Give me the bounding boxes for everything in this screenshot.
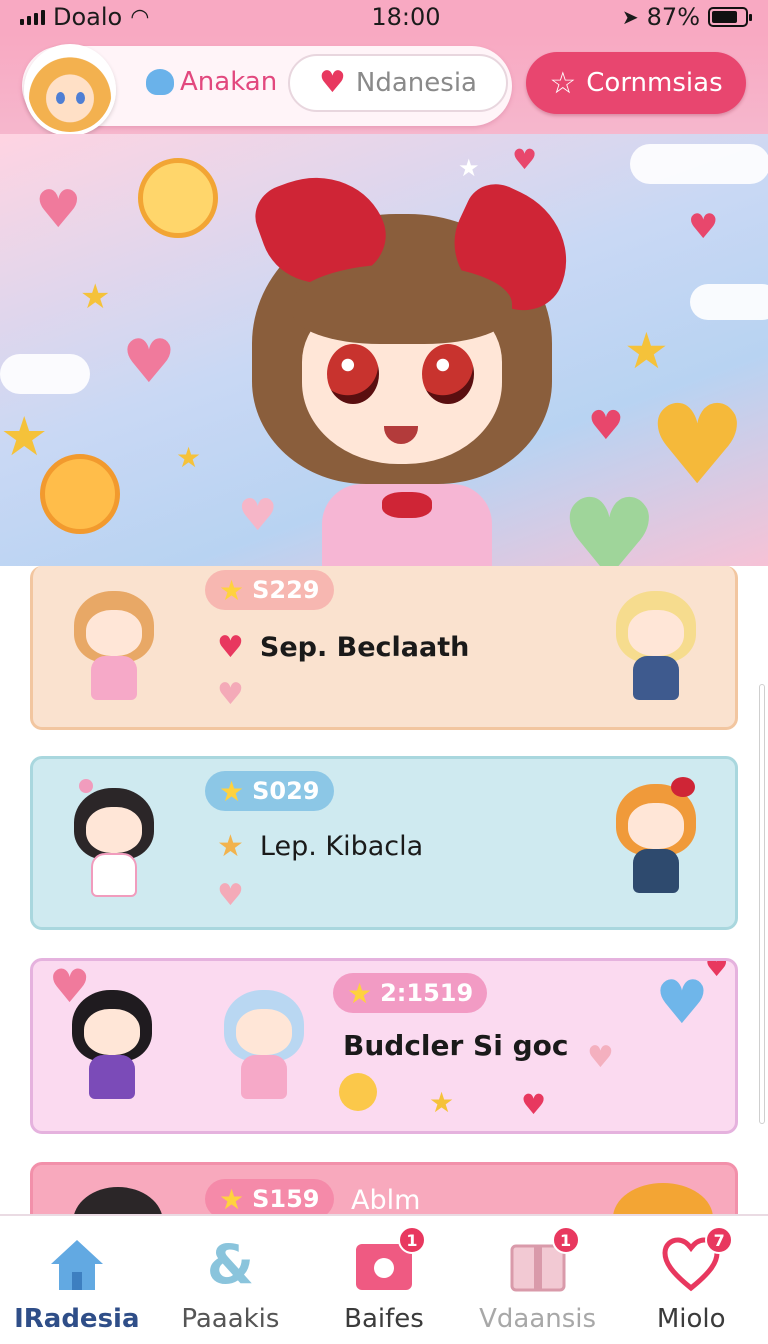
bottom-navigation: IRadesia & Paaakis 1 Baifes 1 Vdaansis 7…: [0, 1214, 768, 1344]
nav-label: Miolo: [656, 1304, 726, 1334]
heart-icon: ♥: [217, 630, 244, 665]
notification-badge: 7: [705, 1226, 734, 1254]
star-icon: ★: [429, 1086, 455, 1119]
heart-icon: ♥: [521, 1088, 547, 1121]
heart-icon: ♥: [705, 958, 729, 983]
scrollbar[interactable]: [759, 684, 765, 1124]
score-value: 2:1519: [380, 979, 474, 1007]
cookie-icon: ★: [217, 829, 244, 864]
like-icon[interactable]: ♥: [217, 881, 244, 911]
gift-icon: 1: [508, 1226, 580, 1294]
list-card[interactable]: ★ S029 ★ Lep. Kibacla ♥: [30, 756, 738, 930]
nav-item-home[interactable]: IRadesia: [0, 1216, 154, 1344]
wifi-icon: ◠: [130, 4, 150, 30]
nav-label: Baifes: [344, 1304, 424, 1334]
star-icon: ☆: [549, 65, 577, 101]
heart-icon: ♥: [512, 143, 538, 176]
star-icon: ★: [0, 405, 49, 468]
character-avatar: [69, 586, 159, 706]
battery-percent: 87%: [646, 3, 700, 31]
tab-label: Cornmsias: [586, 68, 723, 98]
tab-label: Ndanesia: [355, 68, 477, 98]
card-title: ♥ Sep. Beclaath: [217, 630, 469, 665]
nav-label: Paaakis: [181, 1304, 280, 1334]
signal-icon: [20, 9, 45, 25]
star-icon: ★: [176, 441, 202, 474]
avatar[interactable]: [24, 44, 116, 136]
status-bar: Doalo ◠ 18:00 ➤ 87%: [0, 0, 768, 34]
lemon-icon: [138, 158, 218, 238]
character-avatar: [219, 985, 309, 1105]
cloud-decoration: [630, 144, 768, 184]
character-avatar: [67, 985, 157, 1105]
tab-cornmsias[interactable]: ☆ Cornmsias: [526, 52, 746, 114]
star-icon: ★: [219, 774, 245, 808]
character-avatar: [611, 586, 701, 706]
nav-item-miolo[interactable]: 7 Miolo: [614, 1216, 768, 1344]
folder-icon: 1: [354, 1226, 426, 1294]
character-avatar: [611, 777, 701, 899]
card-title: Budcler Si goc: [343, 1029, 568, 1062]
tab-ndanesia[interactable]: ♥ Ndanesia: [288, 54, 508, 112]
location-icon: ➤: [621, 5, 639, 29]
nav-item-baifes[interactable]: 1 Baifes: [307, 1216, 461, 1344]
star-icon: ★: [219, 1182, 245, 1216]
score-badge: ★ S229: [205, 570, 334, 610]
card-title-text: Sep. Beclaath: [259, 632, 470, 663]
heart-icon: ♥: [560, 475, 659, 566]
heart-icon: ♥: [588, 403, 624, 449]
cookie-icon: [339, 1073, 377, 1111]
card-title: Ablm: [351, 1185, 420, 1216]
notification-badge: 1: [397, 1226, 426, 1254]
ampersand-icon: &: [206, 1232, 254, 1296]
heart-icon: ♥: [319, 65, 346, 100]
cloud-decoration: [690, 284, 768, 320]
heart-icon: ♥: [122, 327, 176, 397]
nav-label: Vdaansis: [479, 1304, 597, 1334]
battery-icon: [708, 7, 752, 27]
carrier-name: Doalo: [53, 3, 123, 31]
star-icon: ★: [219, 573, 245, 607]
notification-badge: 1: [551, 1226, 580, 1254]
score-value: S229: [252, 576, 320, 604]
character-avatar: [69, 779, 159, 903]
score-badge: ★ S029: [205, 771, 334, 811]
score-badge: ★ S159: [205, 1179, 334, 1219]
clock: 18:00: [371, 3, 441, 31]
card-title: ★ Lep. Kibacla: [217, 829, 423, 864]
card-title-text: Lep. Kibacla: [259, 831, 424, 862]
card-title-text: Budcler Si goc: [343, 1029, 569, 1062]
character-illustration: [232, 156, 590, 566]
heart-icon: ♥: [648, 381, 747, 509]
star-icon: ★: [624, 322, 669, 380]
tab-label: Anakan: [180, 67, 278, 97]
cloud-decoration: [0, 354, 90, 394]
home-icon: [47, 1234, 107, 1294]
nav-label: IRadesia: [14, 1304, 140, 1334]
score-value: S029: [252, 777, 320, 805]
heart-icon: ♥: [587, 1040, 614, 1075]
nav-item-paaakis[interactable]: & Paaakis: [154, 1216, 308, 1344]
star-icon: ★: [347, 976, 373, 1010]
app-header: Anakan ♥ Ndanesia ☆ Cornmsias: [0, 34, 768, 136]
heart-icon: ♥: [655, 968, 709, 1038]
score-value: S159: [252, 1185, 320, 1213]
list-card[interactable]: ♥ ♥ ♥ ★ 2:1519 Budcler Si goc ★ ♥ ♥: [30, 958, 738, 1134]
list-card[interactable]: ★ S229 ♥ Sep. Beclaath ♥: [30, 566, 738, 730]
score-badge: ★ 2:1519: [333, 973, 488, 1013]
heart-icon: ♥: [35, 180, 82, 240]
nav-item-vdaansis[interactable]: 1 Vdaansis: [461, 1216, 615, 1344]
card-title-text: Ablm: [351, 1185, 421, 1216]
tab-anakan[interactable]: Anakan: [146, 62, 277, 102]
hero-banner[interactable]: ♥ ♥ ♥ ♥ ♥ ♥ ♥ ♥ ★ ★ ★ ★ ★: [0, 134, 768, 566]
star-icon: ★: [80, 277, 111, 317]
bear-icon: [146, 69, 174, 95]
orange-icon: [40, 454, 120, 534]
like-icon[interactable]: ♥: [217, 680, 244, 710]
heart-outline-icon: 7: [661, 1226, 734, 1294]
heart-icon: ♥: [688, 207, 719, 247]
